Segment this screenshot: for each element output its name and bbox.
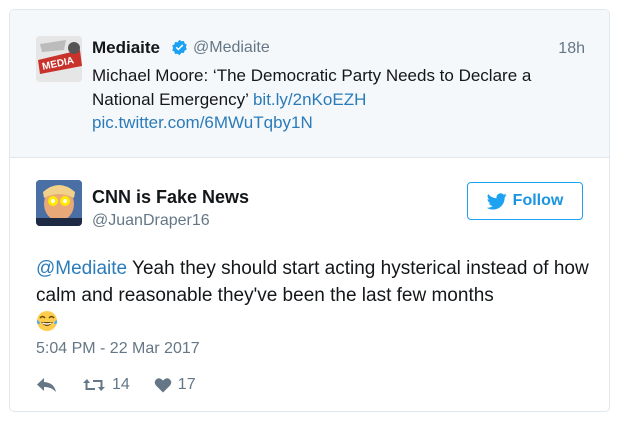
quoted-timestamp[interactable]: 18h bbox=[558, 40, 585, 58]
reply-icon bbox=[37, 378, 56, 392]
tweet-actions: 14 17 bbox=[36, 374, 196, 396]
retweet-count: 14 bbox=[112, 376, 130, 393]
like-button[interactable]: 17 bbox=[154, 376, 196, 394]
quoted-tweet-text: Michael Moore: ‘The Democratic Party Nee… bbox=[92, 64, 582, 135]
quoted-handle[interactable]: @Mediaite bbox=[193, 39, 270, 57]
follow-button[interactable]: Follow bbox=[467, 182, 583, 220]
laughing-emoji-icon bbox=[36, 310, 58, 340]
reply-button[interactable] bbox=[36, 377, 58, 393]
twitter-bird-icon bbox=[486, 192, 507, 209]
like-count: 17 bbox=[177, 376, 196, 393]
tweet-timestamp[interactable]: 5:04 PM - 22 Mar 2017 bbox=[36, 340, 200, 358]
quoted-display-name[interactable]: Mediaite bbox=[92, 38, 160, 58]
verified-badge-icon bbox=[172, 39, 187, 56]
mention-link[interactable]: @Mediaite bbox=[36, 258, 127, 279]
user-avatar[interactable] bbox=[36, 180, 82, 226]
quoted-tweet[interactable]: MEDIA Mediaite @Mediaite 18h Michael Moo… bbox=[10, 10, 609, 158]
tweet-card: MEDIA Mediaite @Mediaite 18h Michael Moo… bbox=[9, 9, 610, 412]
user-display-name[interactable]: CNN is Fake News bbox=[92, 187, 249, 208]
follow-button-label: Follow bbox=[512, 192, 564, 209]
user-handle[interactable]: @JuanDraper16 bbox=[92, 212, 210, 230]
quoted-link-bitly[interactable]: bit.ly/2nKoEZH bbox=[253, 90, 366, 109]
retweet-icon bbox=[83, 379, 105, 391]
quoted-link-pic[interactable]: pic.twitter.com/6MWuTqby1N bbox=[92, 113, 313, 132]
quoted-avatar[interactable]: MEDIA bbox=[36, 36, 82, 82]
retweet-button[interactable]: 14 bbox=[82, 376, 130, 394]
heart-icon bbox=[154, 378, 172, 393]
tweet-text: @Mediaite Yeah they should start acting … bbox=[36, 255, 596, 340]
